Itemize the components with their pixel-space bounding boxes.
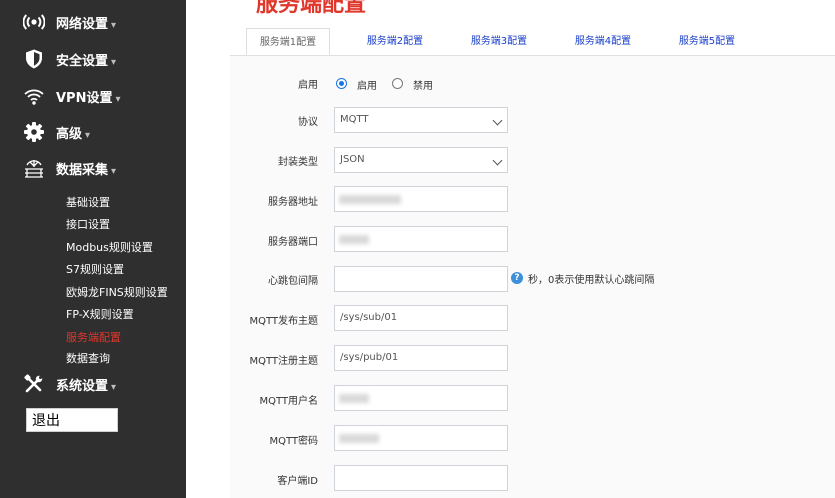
- reg-topic-input[interactable]: /sys/pub/01: [334, 345, 508, 371]
- tab-bar: 服务端1配置 服务端2配置 服务端3配置 服务端4配置 服务端5配置: [230, 28, 835, 56]
- submenu-item-omron-fins-rules[interactable]: 欧姆龙FINS规则设置: [66, 284, 168, 300]
- logout-button[interactable]: 退出: [26, 408, 118, 432]
- encap-type-label: 封装类型: [278, 157, 318, 168]
- sidebar-item-network[interactable]: 网络设置 ▾: [0, 7, 186, 37]
- chevron-down-icon: [492, 115, 503, 126]
- server-port-label: 服务器端口: [268, 237, 318, 248]
- sidebar-item-label: 安全设置 ▾: [56, 54, 117, 69]
- reg-topic-label-wrap: MQTT注册主题: [230, 352, 318, 372]
- tools-icon: [24, 374, 43, 393]
- sidebar-item-advanced[interactable]: 高级 ▾: [0, 117, 186, 147]
- username-label-wrap: MQTT用户名: [230, 392, 318, 412]
- submenu-item-s7-rules[interactable]: S7规则设置: [66, 261, 124, 277]
- server-config-form: 启用 启用 禁用 协议 MQTT 封装类型 JSON 服务器地址 服务器端口 心…: [230, 56, 835, 498]
- chevron-down-icon: [492, 155, 503, 166]
- enable-on-label: 启用: [357, 81, 377, 92]
- sidebar-item-data-collection[interactable]: 数据采集 ▾: [0, 153, 186, 183]
- submenu-item-modbus-rules[interactable]: Modbus规则设置: [66, 239, 153, 255]
- redacted-value: [339, 394, 369, 403]
- sidebar-item-security[interactable]: 安全设置 ▾: [0, 44, 186, 74]
- signal-broadcast-icon: [23, 14, 45, 30]
- sidebar-item-label: 高级 ▾: [56, 127, 91, 142]
- enable-radio-off[interactable]: [392, 78, 403, 89]
- encap-label-wrap: 封装类型: [230, 153, 318, 173]
- protocol-label-wrap: 协议: [230, 113, 318, 133]
- enable-label: 启用: [298, 80, 318, 91]
- heartbeat-label-wrap: 心跳包间隔: [230, 272, 318, 292]
- submenu-item-basic-settings[interactable]: 基础设置: [66, 194, 110, 210]
- encap-type-value: JSON: [340, 154, 365, 165]
- enable-radio-on[interactable]: [336, 78, 347, 89]
- enable-row-label-wrap: 启用: [230, 76, 318, 96]
- gear-icon: [24, 122, 44, 142]
- submenu-item-interface-settings[interactable]: 接口设置: [66, 216, 110, 232]
- submenu-item-data-query[interactable]: 数据查询: [66, 350, 110, 366]
- submenu-item-fpx-rules[interactable]: FP-X规则设置: [66, 306, 134, 322]
- heartbeat-label: 心跳包间隔: [268, 276, 318, 287]
- username-label: MQTT用户名: [259, 396, 318, 407]
- server-addr-label-wrap: 服务器地址: [230, 193, 318, 213]
- client-id-input[interactable]: [334, 465, 508, 491]
- tab-server-5[interactable]: 服务端5配置: [673, 28, 741, 55]
- sidebar-item-vpn[interactable]: VPN设置 ▾: [0, 81, 186, 111]
- server-addr-label: 服务器地址: [268, 197, 318, 208]
- pub-topic-input[interactable]: /sys/sub/01: [334, 305, 508, 331]
- server-addr-input[interactable]: [334, 186, 508, 212]
- server-port-input[interactable]: [334, 226, 508, 252]
- tab-server-3[interactable]: 服务端3配置: [465, 28, 533, 55]
- wifi-icon: [24, 89, 44, 105]
- protocol-select[interactable]: MQTT: [334, 107, 508, 133]
- server-port-label-wrap: 服务器端口: [230, 233, 318, 253]
- password-label: MQTT密码: [269, 436, 318, 447]
- redacted-value: [339, 434, 379, 443]
- client-id-label-wrap: 客户端ID: [230, 472, 318, 492]
- sidebar-item-label: 网络设置 ▾: [56, 17, 117, 32]
- redacted-value: [339, 235, 369, 244]
- heartbeat-hint: 秒，0表示使用默认心跳间隔: [528, 275, 655, 286]
- submenu-item-server-config[interactable]: 服务端配置: [66, 329, 121, 345]
- sidebar: 网络设置 ▾ 安全设置 ▾ VPN设置 ▾ 高级 ▾ 数据采集 ▾ 基础设置 接…: [0, 0, 186, 498]
- enable-off-label: 禁用: [413, 81, 433, 92]
- tab-server-4[interactable]: 服务端4配置: [569, 28, 637, 55]
- sidebar-item-system[interactable]: 系统设置 ▾: [0, 369, 186, 399]
- sidebar-item-label: 系统设置 ▾: [56, 379, 117, 394]
- encap-type-select[interactable]: JSON: [334, 147, 508, 173]
- sidebar-item-label: VPN设置 ▾: [56, 91, 121, 106]
- heartbeat-input[interactable]: [334, 266, 508, 292]
- username-input[interactable]: [334, 385, 508, 411]
- tab-server-1[interactable]: 服务端1配置: [246, 28, 330, 55]
- password-label-wrap: MQTT密码: [230, 432, 318, 452]
- pub-topic-label: MQTT发布主题: [249, 316, 318, 327]
- shield-icon: [26, 49, 42, 69]
- redacted-value: [339, 195, 401, 204]
- tab-server-2[interactable]: 服务端2配置: [361, 28, 429, 55]
- sidebar-item-label: 数据采集 ▾: [56, 163, 117, 178]
- protocol-label: 协议: [298, 117, 318, 128]
- pub-topic-label-wrap: MQTT发布主题: [230, 312, 318, 332]
- page-title: 服务端配置: [256, 0, 367, 17]
- reg-topic-label: MQTT注册主题: [249, 356, 318, 367]
- data-collection-icon: [25, 160, 43, 178]
- client-id-label: 客户端ID: [277, 476, 318, 487]
- help-icon[interactable]: ?: [511, 272, 523, 284]
- password-input[interactable]: [334, 425, 508, 451]
- protocol-value: MQTT: [340, 114, 369, 125]
